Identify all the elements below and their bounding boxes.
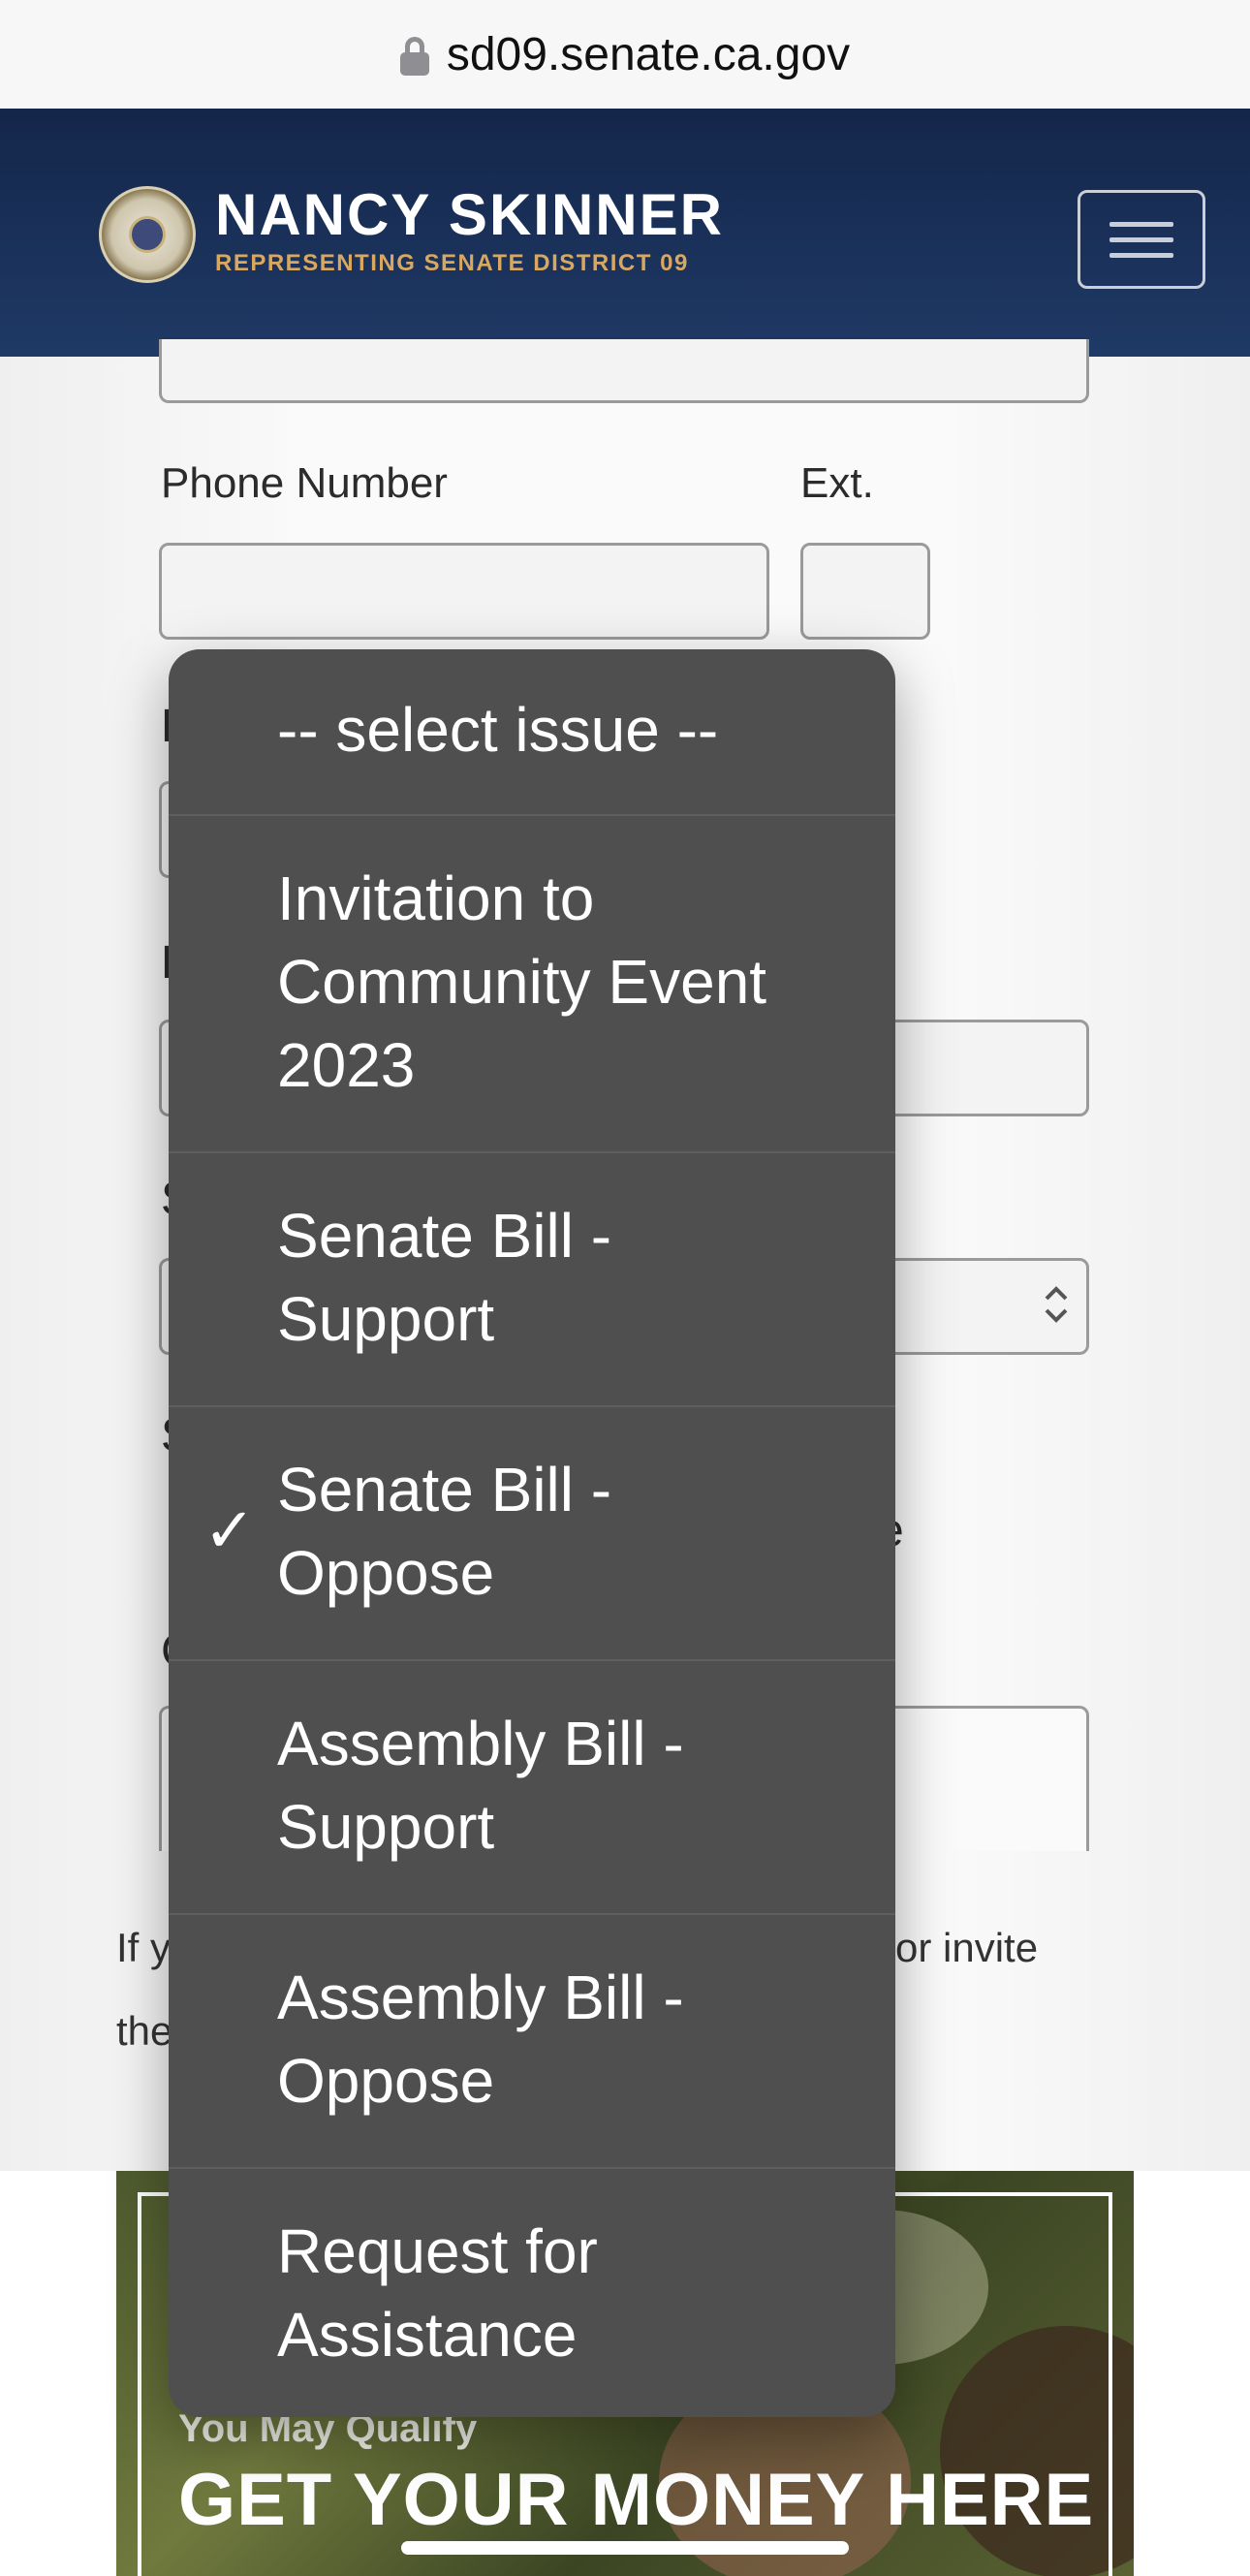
senate-seal-logo[interactable]: [99, 186, 196, 283]
ext-label: Ext.: [800, 459, 874, 507]
site-header: NANCY SKINNER REPRESENTING SENATE DISTRI…: [0, 109, 1250, 357]
checkmark-icon: ✓: [203, 1495, 256, 1565]
picker-option-request-assistance[interactable]: Request for Assistance: [169, 2169, 895, 2417]
brand-name[interactable]: NANCY SKINNER: [215, 186, 724, 244]
menu-toggle-button[interactable]: [1078, 190, 1205, 289]
brand-subtitle: REPRESENTING SENATE DISTRICT 09: [215, 250, 689, 276]
url-text[interactable]: sd09.senate.ca.gov: [447, 28, 850, 81]
phone-number-input[interactable]: [159, 543, 769, 640]
picker-option-select-issue[interactable]: -- select issue --: [169, 649, 895, 816]
form-footnote-line2-left: the: [116, 2008, 173, 2054]
picker-option-assembly-support[interactable]: Assembly Bill - Support: [169, 1661, 895, 1915]
hamburger-icon-line: [1109, 252, 1173, 258]
hamburger-icon-line: [1109, 236, 1173, 242]
form-footnote-line1-right: or invite: [895, 1925, 1039, 1970]
picker-option-community-event[interactable]: Invitation to Community Event 2023: [169, 816, 895, 1153]
issue-dropdown-picker[interactable]: -- select issue -- Invitation to Communi…: [169, 649, 895, 2417]
form-footnote-line1-left: If y: [116, 1925, 172, 1970]
phone-number-label: Phone Number: [161, 459, 448, 507]
home-indicator[interactable]: [401, 2541, 849, 2555]
picker-option-senate-support[interactable]: Senate Bill - Support: [169, 1153, 895, 1407]
hamburger-icon-line: [1109, 221, 1173, 227]
banner-headline: GET YOUR MONEY HERE: [178, 2459, 1095, 2541]
browser-url-bar[interactable]: sd09.senate.ca.gov: [0, 0, 1250, 109]
ext-input[interactable]: [800, 543, 930, 640]
select-chevron-icon: [1043, 1283, 1070, 1334]
picker-option-assembly-oppose[interactable]: Assembly Bill - Oppose: [169, 1915, 895, 2169]
picker-option-senate-oppose[interactable]: ✓ Senate Bill - Oppose: [169, 1407, 895, 1661]
lock-icon: [399, 37, 429, 76]
previous-field-input[interactable]: [159, 339, 1089, 403]
